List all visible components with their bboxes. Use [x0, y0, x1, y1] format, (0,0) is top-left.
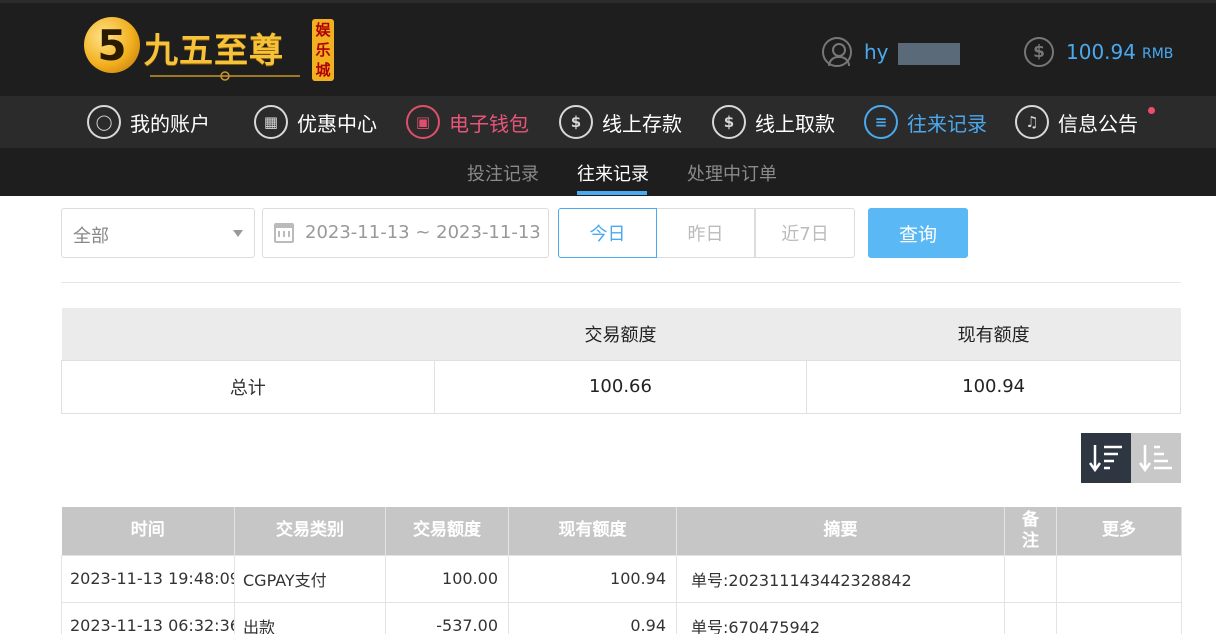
- user-icon: [822, 37, 852, 67]
- tab-pending-orders[interactable]: 处理中订单: [687, 160, 777, 186]
- nav-label: 优惠中心: [297, 111, 377, 136]
- username-mask: [898, 43, 960, 65]
- col-time[interactable]: 时间: [61, 507, 235, 555]
- nav-item-deposit[interactable]: $ 线上存款: [559, 105, 682, 139]
- cell-time: 2023-11-13 19:48:09: [61, 554, 235, 603]
- cell-summary: 单号:202311143442328842: [676, 554, 1005, 603]
- table-row: 2023-11-13 06:32:36 出款 -537.00 0.94 单号:6…: [61, 601, 1182, 634]
- tab-transaction-records[interactable]: 往来记录: [577, 160, 649, 186]
- brand-seal-text: 娱乐城: [315, 21, 331, 79]
- balance-amount: 100.94: [1066, 40, 1136, 64]
- cell-more[interactable]: [1056, 554, 1182, 603]
- cell-balance: 100.94: [508, 554, 677, 603]
- brand-seal: 娱乐城: [312, 19, 334, 81]
- transaction-type-select[interactable]: 全部: [61, 208, 255, 258]
- col-amount[interactable]: 交易额度: [385, 507, 509, 555]
- sub-nav: 投注记录 往来记录 处理中订单: [0, 148, 1216, 196]
- user-area: hy $ 100.94 RMB: [822, 36, 1173, 68]
- col-more[interactable]: 更多: [1056, 507, 1182, 555]
- active-tab-indicator: [577, 191, 647, 195]
- wallet-icon: ▣: [406, 105, 440, 139]
- logo-mark: 5: [84, 17, 140, 73]
- balance-currency: RMB: [1141, 46, 1174, 62]
- sort-ascending-button[interactable]: [1131, 433, 1181, 483]
- yesterday-button[interactable]: 昨日: [656, 208, 755, 258]
- deposit-icon: $: [559, 105, 593, 139]
- last-7-days-button[interactable]: 近7日: [755, 208, 855, 258]
- nav-label: 信息公告: [1058, 111, 1138, 136]
- gift-icon: ▦: [254, 105, 288, 139]
- cell-amount: 100.00: [385, 554, 509, 603]
- cell-summary: 单号:670475942: [676, 601, 1005, 634]
- cell-amount: -537.00: [385, 601, 509, 634]
- chevron-down-icon: [233, 230, 243, 237]
- summary-table: 交易额度 现有额度 总计 100.66 100.94: [61, 308, 1181, 414]
- withdraw-icon: $: [712, 105, 746, 139]
- bell-icon: ♫: [1015, 105, 1049, 139]
- records-header-row: 时间 交易类别 交易额度 现有额度 摘要 备注 更多: [61, 507, 1182, 555]
- summary-header-label: [61, 308, 435, 360]
- nav-label: 我的账户: [130, 111, 210, 136]
- nav-item-account[interactable]: ◯ 我的账户: [87, 105, 210, 139]
- nav-label: 线上取款: [755, 111, 835, 136]
- date-range-picker[interactable]: 2023-11-13 ~ 2023-11-13: [262, 208, 549, 258]
- site-header: 5 九五至尊 娱乐城 hy $ 100.94 RMB: [0, 0, 1216, 96]
- main-nav: ◯ 我的账户 ▦ 优惠中心 ▣ 电子钱包 $ 线上存款 $ 线上取款 ≡ 往来记…: [0, 96, 1216, 148]
- col-summary[interactable]: 摘要: [676, 507, 1005, 555]
- select-value: 全部: [73, 226, 109, 247]
- username-text: hy: [864, 40, 889, 64]
- col-remark-label: 备注: [1022, 509, 1039, 551]
- calendar-icon: [274, 223, 294, 243]
- nav-item-records[interactable]: ≡ 往来记录: [864, 105, 987, 139]
- records-icon: ≡: [864, 105, 898, 139]
- summary-total-balance: 100.94: [806, 359, 1181, 414]
- cell-balance: 0.94: [508, 601, 677, 634]
- summary-header-row: 交易额度 现有额度: [61, 308, 1181, 360]
- username[interactable]: hy: [864, 40, 974, 65]
- records-table: 时间 交易类别 交易额度 现有额度 摘要 备注 更多 2023-11-13 19…: [61, 507, 1182, 634]
- summary-header-amount: 交易额度: [434, 308, 807, 360]
- col-remark[interactable]: 备注: [1004, 507, 1057, 555]
- cell-remark: [1004, 601, 1057, 634]
- summary-header-balance: 现有额度: [806, 308, 1181, 360]
- nav-label: 电子钱包: [449, 111, 529, 136]
- cell-type: 出款: [234, 601, 386, 634]
- summary-total-row: 总计 100.66 100.94: [61, 359, 1181, 414]
- nav-item-withdraw[interactable]: $ 线上取款: [712, 105, 835, 139]
- brand-name: 九五至尊: [144, 31, 284, 71]
- cell-remark: [1004, 554, 1057, 603]
- notice-unread-dot: [1148, 107, 1155, 114]
- sort-ascending-icon: [1139, 445, 1172, 473]
- today-button[interactable]: 今日: [558, 208, 657, 258]
- coin-icon: $: [1024, 37, 1054, 67]
- user-icon: ◯: [87, 105, 121, 139]
- query-button[interactable]: 查询: [868, 208, 968, 258]
- divider: [61, 282, 1181, 283]
- col-type[interactable]: 交易类别: [234, 507, 386, 555]
- nav-item-notices[interactable]: ♫ 信息公告: [1015, 105, 1138, 139]
- col-balance[interactable]: 现有额度: [508, 507, 677, 555]
- date-range-value: 2023-11-13 ~ 2023-11-13: [305, 222, 541, 243]
- summary-total-amount: 100.66: [433, 359, 808, 414]
- cell-more[interactable]: [1056, 601, 1182, 634]
- nav-label: 线上存款: [602, 111, 682, 136]
- summary-total-label: 总计: [61, 359, 435, 414]
- nav-item-wallet[interactable]: ▣ 电子钱包: [406, 105, 529, 139]
- nav-label: 往来记录: [907, 111, 987, 136]
- cell-time: 2023-11-13 06:32:36: [61, 601, 235, 634]
- site-logo[interactable]: 5 九五至尊 娱乐城: [84, 15, 344, 87]
- table-row: 2023-11-13 19:48:09 CGPAY支付 100.00 100.9…: [61, 554, 1182, 603]
- sort-descending-button[interactable]: [1081, 433, 1131, 483]
- tab-bet-records[interactable]: 投注记录: [467, 160, 539, 186]
- nav-item-promotions[interactable]: ▦ 优惠中心: [254, 105, 377, 139]
- cell-type: CGPAY支付: [234, 554, 386, 603]
- sort-descending-icon: [1089, 445, 1122, 473]
- logo-flourish: [150, 71, 300, 81]
